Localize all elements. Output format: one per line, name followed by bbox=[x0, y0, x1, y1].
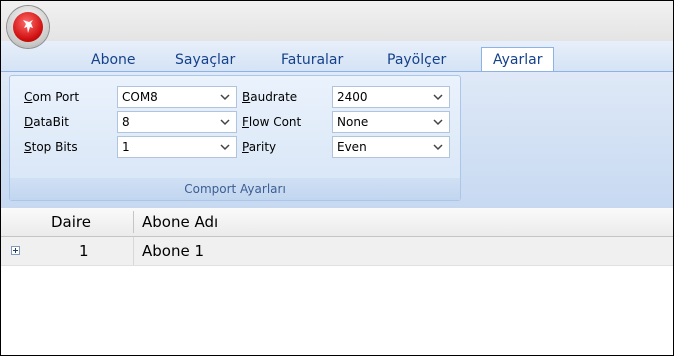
com-port-label: Com Port bbox=[24, 90, 80, 104]
databit-select[interactable]: 8 bbox=[117, 111, 237, 133]
parity-value: Even bbox=[337, 140, 367, 154]
com-port-value: COM8 bbox=[122, 90, 158, 104]
expand-row-icon[interactable] bbox=[11, 246, 20, 255]
app-logo-icon bbox=[13, 12, 43, 42]
cell-divider bbox=[133, 237, 134, 265]
cell-abone-adi: Abone 1 bbox=[142, 242, 205, 260]
grid-header: Daire Abone Adı bbox=[1, 208, 673, 237]
parity-select[interactable]: Even bbox=[332, 136, 450, 158]
ribbon-panel: Com Port COM8 DataBit 8 Stop Bits 1 Baud… bbox=[1, 71, 673, 209]
app-window: Abone Sayaçlar Faturalar Payölçer Ayarla… bbox=[0, 0, 674, 356]
chevron-down-icon bbox=[433, 94, 443, 101]
column-header-daire[interactable]: Daire bbox=[51, 208, 91, 236]
tab-faturalar[interactable]: Faturalar bbox=[275, 49, 349, 71]
chevron-down-icon bbox=[220, 144, 230, 151]
stop-bits-select[interactable]: 1 bbox=[117, 136, 237, 158]
tab-sayaclar[interactable]: Sayaçlar bbox=[169, 49, 241, 71]
title-bar bbox=[1, 1, 673, 41]
comport-settings-group: Com Port COM8 DataBit 8 Stop Bits 1 Baud… bbox=[9, 75, 461, 201]
tab-abone[interactable]: Abone bbox=[85, 49, 142, 71]
flow-cont-value: None bbox=[337, 115, 369, 129]
ribbon-tab-row: Abone Sayaçlar Faturalar Payölçer Ayarla… bbox=[1, 41, 673, 72]
tab-payolcer[interactable]: Payölçer bbox=[381, 49, 452, 71]
subscriber-grid: Daire Abone Adı 1 Abone 1 bbox=[1, 208, 673, 355]
chevron-down-icon bbox=[433, 119, 443, 126]
baudrate-value: 2400 bbox=[337, 90, 368, 104]
flow-cont-label: Flow Cont bbox=[242, 115, 302, 129]
app-menu-button[interactable] bbox=[7, 6, 49, 48]
chevron-down-icon bbox=[433, 144, 443, 151]
com-port-select[interactable]: COM8 bbox=[117, 86, 237, 108]
stop-bits-value: 1 bbox=[122, 140, 130, 154]
chevron-down-icon bbox=[220, 119, 230, 126]
tab-ayarlar[interactable]: Ayarlar bbox=[481, 47, 555, 72]
databit-value: 8 bbox=[122, 115, 130, 129]
flow-cont-select[interactable]: None bbox=[332, 111, 450, 133]
group-caption: Comport Ayarları bbox=[10, 178, 460, 200]
column-header-abone-adi[interactable]: Abone Adı bbox=[142, 208, 218, 236]
parity-label: Parity bbox=[242, 140, 277, 154]
stop-bits-label: Stop Bits bbox=[24, 140, 78, 154]
cell-daire: 1 bbox=[79, 242, 89, 260]
column-divider[interactable] bbox=[133, 211, 134, 233]
chevron-down-icon bbox=[220, 94, 230, 101]
baudrate-select[interactable]: 2400 bbox=[332, 86, 450, 108]
databit-label: DataBit bbox=[24, 115, 69, 129]
baudrate-label: Baudrate bbox=[242, 90, 298, 104]
table-row[interactable]: 1 Abone 1 bbox=[1, 237, 673, 266]
